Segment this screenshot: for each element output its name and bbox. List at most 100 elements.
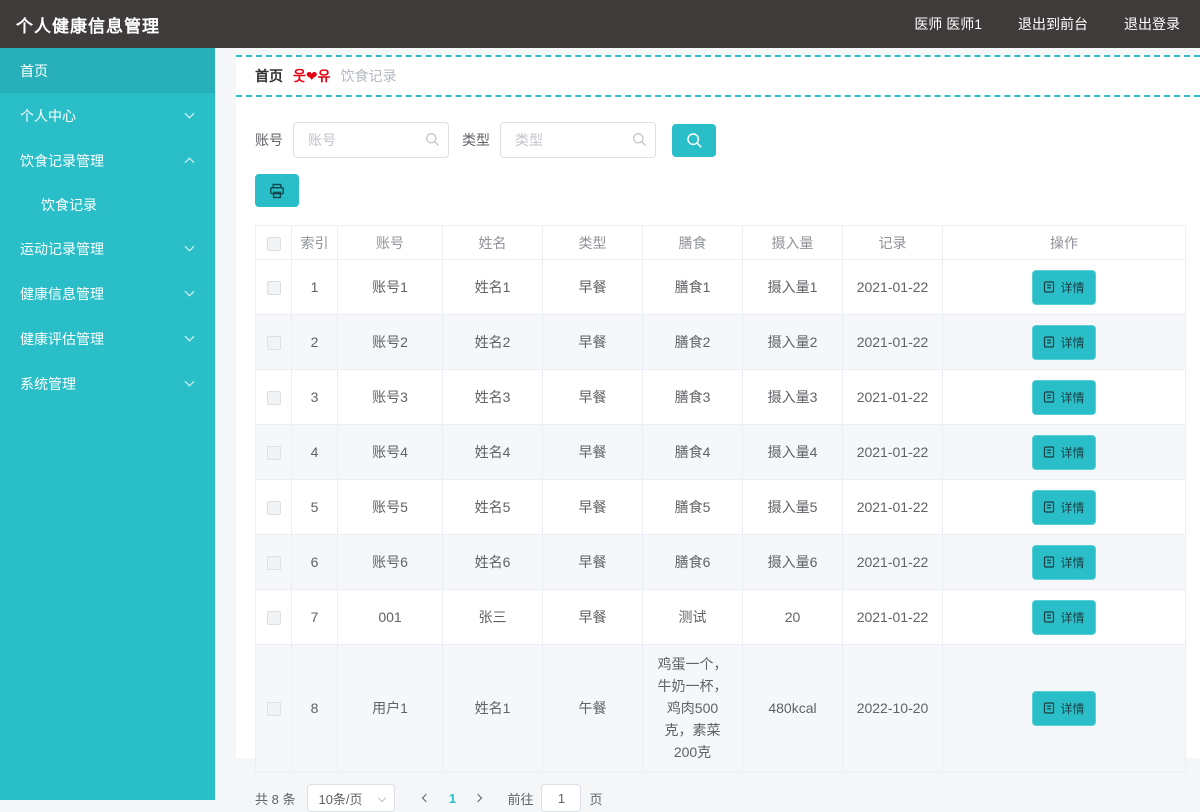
cell-meal: 膳食1 — [643, 260, 743, 315]
toolbar-row — [255, 174, 1185, 207]
cell-index: 7 — [292, 590, 338, 645]
cell-intake: 摄入量6 — [743, 535, 843, 590]
cell-type: 早餐 — [543, 370, 643, 425]
column-header-intake: 摄入量 — [743, 226, 843, 260]
detail-button[interactable]: 详情 — [1032, 600, 1095, 635]
select-all-checkbox[interactable] — [267, 237, 281, 251]
header-links: 医师 医师1 退出到前台 退出登录 — [878, 14, 1180, 34]
detail-button[interactable]: 详情 — [1032, 490, 1095, 525]
checkbox-cell — [256, 425, 292, 480]
search-button[interactable] — [672, 124, 716, 157]
cell-account: 账号6 — [338, 535, 443, 590]
chevron-right-icon — [474, 794, 482, 802]
chevron-up-icon — [185, 158, 195, 168]
cell-meal: 鸡蛋一个，牛奶一杯，鸡肉500克，素菜200克 — [643, 645, 743, 772]
breadcrumb-home[interactable]: 首页 — [255, 66, 283, 86]
column-header-type: 类型 — [543, 226, 643, 260]
cell-record: 2021-01-22 — [843, 480, 943, 535]
sidebar-item-exercise-record-mgmt[interactable]: 运动记录管理 — [0, 226, 215, 271]
detail-button-label: 详情 — [1060, 700, 1084, 717]
row-checkbox[interactable] — [267, 446, 281, 460]
sidebar-item-label: 运动记录管理 — [20, 239, 104, 259]
column-header-operation: 操作 — [943, 226, 1186, 260]
cell-type: 早餐 — [543, 425, 643, 480]
cell-index: 2 — [292, 315, 338, 370]
row-checkbox[interactable] — [267, 336, 281, 350]
cell-type: 早餐 — [543, 315, 643, 370]
cell-type: 早餐 — [543, 535, 643, 590]
exit-to-front-link[interactable]: 退出到前台 — [1018, 14, 1088, 34]
document-icon — [1043, 611, 1055, 623]
cell-operation: 详情 — [943, 315, 1186, 370]
app-title: 个人健康信息管理 — [16, 12, 160, 37]
cell-name: 姓名1 — [443, 260, 543, 315]
cell-operation: 详情 — [943, 645, 1186, 772]
detail-button-label: 详情 — [1060, 334, 1084, 351]
sidebar-item-system-mgmt[interactable]: 系统管理 — [0, 361, 215, 406]
chevron-down-icon — [185, 242, 195, 252]
sidebar-subitem-label: 饮食记录 — [41, 195, 97, 215]
detail-button[interactable]: 详情 — [1032, 270, 1095, 305]
detail-button[interactable]: 详情 — [1032, 691, 1095, 726]
checkbox-cell — [256, 370, 292, 425]
sidebar: 首页 个人中心 饮食记录管理 饮食记录 运动记录管理 健康信息管理 健康评估管理… — [0, 48, 215, 800]
content-panel: 账号 类型 — [236, 97, 1200, 758]
document-icon — [1043, 501, 1055, 513]
search-icon — [425, 132, 440, 147]
sidebar-item-personal-center[interactable]: 个人中心 — [0, 93, 215, 138]
row-checkbox[interactable] — [267, 611, 281, 625]
detail-button-label: 详情 — [1060, 444, 1084, 461]
column-header-meal: 膳食 — [643, 226, 743, 260]
main-content: 首页 웃❤유 饮食记录 账号 类型 — [215, 48, 1200, 800]
column-header-name: 姓名 — [443, 226, 543, 260]
detail-button[interactable]: 详情 — [1032, 380, 1095, 415]
cell-name: 张三 — [443, 590, 543, 645]
sidebar-item-diet-record-mgmt[interactable]: 饮食记录管理 — [0, 138, 215, 183]
cell-name: 姓名2 — [443, 315, 543, 370]
chevron-down-icon — [185, 377, 195, 387]
account-filter-label: 账号 — [255, 130, 283, 150]
next-page-button[interactable] — [465, 784, 491, 812]
sidebar-item-diet-record[interactable]: 饮食记录 — [0, 183, 215, 226]
table-body: 1 账号1 姓名1 早餐 膳食1 摄入量1 2021-01-22 详情 2 账号… — [256, 260, 1186, 772]
cell-operation: 详情 — [943, 260, 1186, 315]
logout-link[interactable]: 退出登录 — [1124, 14, 1180, 34]
row-checkbox[interactable] — [267, 556, 281, 570]
type-input-wrap — [500, 122, 656, 158]
page-number-1[interactable]: 1 — [439, 791, 465, 806]
chevron-left-icon — [422, 794, 430, 802]
cell-name: 姓名5 — [443, 480, 543, 535]
sidebar-item-health-info-mgmt[interactable]: 健康信息管理 — [0, 271, 215, 316]
cell-operation: 详情 — [943, 590, 1186, 645]
row-checkbox[interactable] — [267, 391, 281, 405]
cell-account: 账号3 — [338, 370, 443, 425]
sidebar-item-label: 饮食记录管理 — [20, 151, 104, 171]
detail-button[interactable]: 详情 — [1032, 325, 1095, 360]
document-icon — [1043, 336, 1055, 348]
prev-page-button[interactable] — [413, 784, 439, 812]
sidebar-item-home[interactable]: 首页 — [0, 48, 215, 93]
table-row: 5 账号5 姓名5 早餐 膳食5 摄入量5 2021-01-22 详情 — [256, 480, 1186, 535]
row-checkbox[interactable] — [267, 702, 281, 716]
cell-index: 5 — [292, 480, 338, 535]
row-checkbox[interactable] — [267, 501, 281, 515]
account-input-wrap — [293, 122, 449, 158]
goto-page-input[interactable] — [541, 784, 581, 812]
user-role-link[interactable]: 医师 医师1 — [914, 14, 982, 34]
cell-record: 2021-01-22 — [843, 425, 943, 480]
page-size-select[interactable]: 10条/页 — [307, 784, 395, 812]
detail-button[interactable]: 详情 — [1032, 435, 1095, 470]
cell-record: 2021-01-22 — [843, 590, 943, 645]
sidebar-item-health-assessment-mgmt[interactable]: 健康评估管理 — [0, 316, 215, 361]
cell-intake: 摄入量1 — [743, 260, 843, 315]
column-header-record: 记录 — [843, 226, 943, 260]
row-checkbox[interactable] — [267, 281, 281, 295]
cell-account: 账号4 — [338, 425, 443, 480]
cell-operation: 详情 — [943, 425, 1186, 480]
print-button[interactable] — [255, 174, 299, 207]
sidebar-item-label: 系统管理 — [20, 374, 76, 394]
detail-button[interactable]: 详情 — [1032, 545, 1095, 580]
cell-record: 2021-01-22 — [843, 260, 943, 315]
cell-name: 姓名1 — [443, 645, 543, 772]
sidebar-item-label: 首页 — [20, 61, 48, 81]
